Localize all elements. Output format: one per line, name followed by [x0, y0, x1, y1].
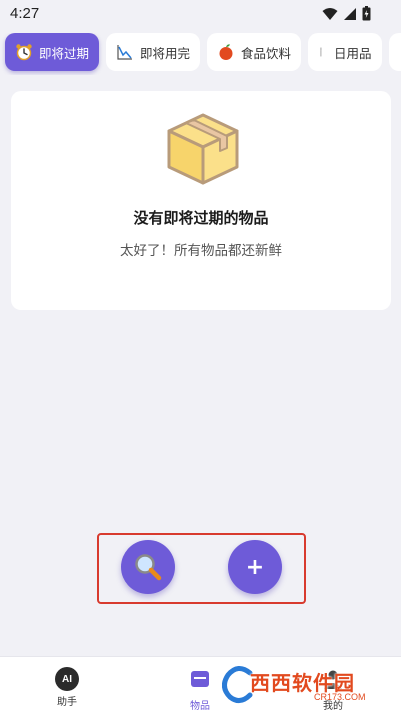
search-button[interactable]	[121, 540, 175, 594]
empty-state-title: 没有即将过期的物品	[133, 209, 269, 227]
declining-chart-icon	[117, 45, 133, 60]
toothbrush-icon	[320, 47, 322, 57]
watermark-subtext: CR173.COM	[314, 692, 366, 702]
items-icon	[191, 671, 209, 687]
status-bar: 4:27	[0, 0, 401, 28]
tab-label: 即将过期	[39, 45, 90, 61]
empty-state-card: 没有即将过期的物品 太好了！所有物品都还新鲜	[11, 91, 391, 310]
tab-daily-goods[interactable]: 日用品	[308, 33, 382, 71]
magnifier-icon	[135, 554, 162, 581]
box-icon	[167, 113, 239, 185]
add-item-button[interactable]: +	[228, 540, 282, 594]
tab-label: 日用品	[334, 45, 372, 61]
alarm-clock-icon	[16, 44, 32, 61]
category-tabs: 即将过期 即将用完 食品饮料 日用品	[0, 33, 401, 75]
nav-item-assistant[interactable]: AI 助手	[32, 661, 102, 708]
tab-electronics[interactable]	[388, 33, 401, 71]
tab-food-drinks[interactable]: 食品饮料	[207, 33, 302, 71]
watermark: 西西软件园 CR173.COM	[222, 663, 382, 709]
status-time: 4:27	[10, 5, 40, 22]
apple-icon	[219, 44, 233, 60]
tab-label: 即将用完	[140, 45, 191, 61]
nav-label: 助手	[57, 697, 77, 708]
empty-state-subtitle: 太好了！所有物品都还新鲜	[120, 243, 282, 259]
wifi-icon	[322, 7, 338, 20]
tab-expiring-soon[interactable]: 即将过期	[5, 33, 100, 71]
tab-running-out[interactable]: 即将用完	[106, 33, 201, 71]
signal-icon	[344, 7, 356, 20]
plus-icon: +	[245, 554, 265, 580]
ai-badge-text: AI	[62, 673, 72, 685]
status-icons	[322, 6, 371, 21]
ai-icon: AI	[55, 667, 79, 691]
battery-icon	[362, 6, 371, 21]
tab-label: 食品饮料	[241, 45, 292, 61]
